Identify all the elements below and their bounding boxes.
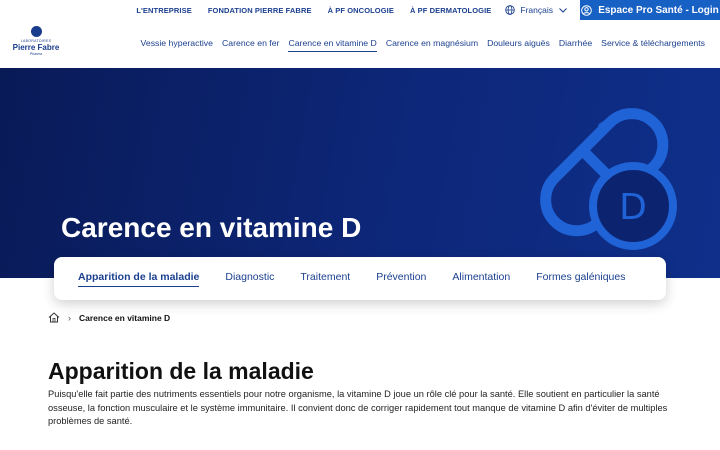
hero-banner: D Carence en vitamine D [0,68,720,278]
logo-subtext: Pharma [29,52,43,56]
nav-carence-vitamine-d[interactable]: Carence en vitamine D [288,38,377,52]
nav-service-telechargements[interactable]: Service & téléchargements [601,38,705,52]
tab-formes-galeniques[interactable]: Formes galéniques [536,271,625,286]
globe-icon [505,5,516,15]
utility-bar: L'ENTREPRISE FONDATION PIERRE FABRE À PF… [0,0,720,20]
breadcrumb-current: Carence en vitamine D [79,312,171,323]
link-pf-oncologie[interactable]: À PF ONCOLOGIE [328,6,394,15]
section-body-text: Puisqu'elle fait partie des nutriments e… [48,389,668,426]
tab-diagnostic[interactable]: Diagnostic [225,271,274,286]
nav-carence-magnesium[interactable]: Carence en magnésium [386,38,478,52]
tab-alimentation[interactable]: Alimentation [452,271,510,286]
nav-douleurs-aigues[interactable]: Douleurs aiguës [487,38,550,52]
vitamin-d-capsule-icon: D [540,108,677,250]
section-tabs: Apparition de la maladie Diagnostic Trai… [54,257,666,300]
main-navigation: Vessie hyperactive Carence en fer Carenc… [132,38,705,52]
nav-vessie-hyperactive[interactable]: Vessie hyperactive [141,38,213,52]
user-icon [581,4,593,16]
link-pf-dermatologie[interactable]: À PF DERMATOLOGIE [410,6,491,15]
page-title: Carence en vitamine D [61,212,362,243]
link-entreprise[interactable]: L'ENTREPRISE [136,6,192,15]
pierre-fabre-logo[interactable]: LABORATOIRES Pierre Fabre Pharma [12,26,60,62]
login-label: Espace Pro Santé - Login [598,4,719,16]
nav-carence-fer[interactable]: Carence en fer [222,38,279,52]
nav-diarrhee[interactable]: Diarrhée [559,38,592,52]
tab-traitement[interactable]: Traitement [300,271,350,286]
tab-apparition[interactable]: Apparition de la maladie [78,271,200,287]
language-label: Français [520,5,553,15]
chevron-down-icon [559,7,567,13]
login-button[interactable]: Espace Pro Santé - Login [580,0,720,20]
logo-mark-icon [30,26,42,37]
chevron-right-icon: › [68,312,71,323]
section-heading: Apparition de la maladie [48,358,314,384]
tab-prevention[interactable]: Prévention [376,271,426,286]
language-selector[interactable]: Français [505,5,572,15]
link-fondation[interactable]: FONDATION PIERRE FABRE [208,6,312,15]
capsule-letter: D [619,187,647,228]
home-icon[interactable] [48,312,60,323]
logo-name: Pierre Fabre [12,43,60,52]
breadcrumb: › Carence en vitamine D [48,312,170,323]
